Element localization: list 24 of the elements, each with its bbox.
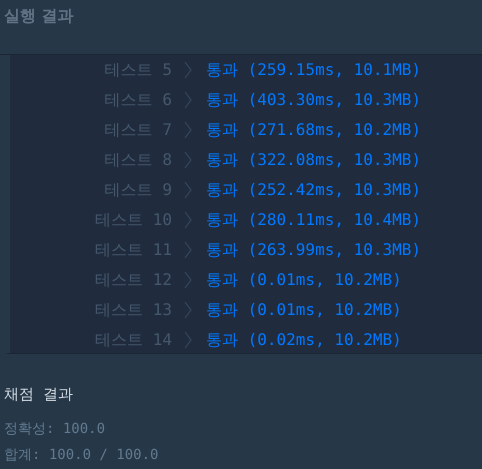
chevron-right-icon — [184, 211, 192, 229]
test-result: 통과 (259.15ms, 10.1MB) — [206, 60, 422, 80]
test-result: 통과 (0.01ms, 10.2MB) — [206, 270, 402, 290]
chevron-right-icon — [184, 301, 192, 319]
chevron-right-icon — [184, 241, 192, 259]
chevron-right-icon — [184, 91, 192, 109]
test-result: 통과 (322.08ms, 10.3MB) — [206, 150, 422, 170]
score-text: 정확성: 100.0 — [4, 421, 106, 437]
chevron-right-icon — [184, 61, 192, 79]
section-title: 채점 결과 — [4, 385, 74, 404]
chevron-right-icon — [184, 331, 192, 349]
panel-title: 실행 결과 — [3, 5, 74, 27]
chevron-right-icon — [184, 121, 192, 139]
test-result: 통과 (0.02ms, 10.2MB) — [206, 330, 402, 350]
score-text: 합계: 100.0 / 100.0 — [4, 447, 158, 463]
test-result: 통과 (263.99ms, 10.3MB) — [206, 240, 422, 260]
chevron-right-icon — [184, 181, 192, 199]
test-result: 통과 (0.01ms, 10.2MB) — [206, 300, 402, 320]
test-result: 통과 (252.42ms, 10.3MB) — [206, 180, 422, 200]
chevron-right-icon — [184, 271, 192, 289]
test-result: 통과 (271.68ms, 10.2MB) — [206, 120, 422, 140]
test-result: 통과 (403.30ms, 10.3MB) — [206, 90, 422, 110]
chevron-right-icon — [184, 151, 192, 169]
test-result: 통과 (280.11ms, 10.4MB) — [206, 210, 422, 230]
